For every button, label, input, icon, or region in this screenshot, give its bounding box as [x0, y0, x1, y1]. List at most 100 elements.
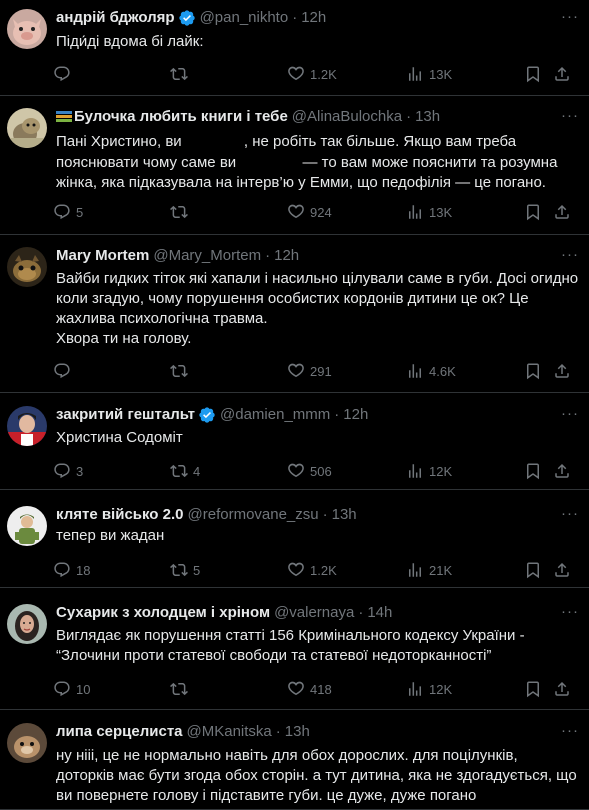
views-button[interactable]: 12K — [406, 461, 452, 481]
bookmark-button[interactable] — [524, 560, 542, 580]
retweet-button[interactable] — [170, 64, 193, 84]
reply-icon — [53, 65, 71, 83]
timestamp[interactable]: 13h — [332, 505, 357, 525]
bookmark-button[interactable] — [524, 64, 542, 84]
tweet-text: Христина Содоміт — [56, 428, 575, 448]
author-name[interactable]: Булочка любить книги і тебе — [74, 107, 288, 127]
separator-dot: · — [334, 406, 340, 423]
retweet-button[interactable] — [170, 679, 193, 699]
more-options-icon[interactable]: ··· — [561, 603, 579, 620]
views-button[interactable]: 4.6K — [406, 361, 456, 381]
tweet[interactable]: Mary Mortem @Mary_Mortem · 12h ··· Вайби гидк… — [0, 235, 589, 393]
bookmark-button[interactable] — [524, 679, 542, 699]
author-handle[interactable]: @reformovane_zsu — [188, 505, 319, 525]
like-button[interactable]: 1.2K — [287, 64, 337, 84]
like-button[interactable]: 924 — [287, 202, 332, 222]
author-handle[interactable]: @MKanitska — [187, 722, 272, 742]
more-options-icon[interactable]: ··· — [561, 505, 579, 522]
timestamp[interactable]: 12h — [301, 8, 326, 28]
share-button[interactable] — [553, 64, 571, 84]
tweet[interactable]: кляте військо 2.0 @reformovane_zsu · 13h ···… — [0, 490, 589, 588]
reply-button[interactable]: 10 — [53, 679, 90, 699]
like-button[interactable]: 1.2K — [287, 560, 337, 580]
bookmark-icon — [524, 561, 542, 579]
retweet-button[interactable]: 4 — [170, 461, 200, 481]
timestamp[interactable]: 13h — [285, 722, 310, 742]
retweet-count: 5 — [193, 562, 201, 578]
views-icon — [406, 462, 424, 480]
retweet-icon — [170, 561, 188, 579]
retweet-button[interactable] — [170, 361, 193, 381]
share-button[interactable] — [553, 461, 571, 481]
avatar-pet-icon[interactable] — [7, 723, 47, 763]
reply-button[interactable]: 5 — [53, 202, 83, 222]
more-options-icon[interactable]: ··· — [561, 246, 579, 263]
tweet[interactable]: Сухарик з холодцем і хріном @valernaya · 14… — [0, 588, 589, 710]
views-button[interactable]: 12K — [406, 679, 452, 699]
tweet-actions: 1.2K 13K — [0, 64, 589, 84]
books-emoji-icon — [56, 111, 72, 122]
avatar-soldier-icon[interactable] — [7, 506, 47, 546]
views-button[interactable]: 13K — [406, 202, 452, 222]
share-icon — [553, 462, 571, 480]
like-count: 291 — [310, 363, 332, 379]
reply-button[interactable] — [53, 361, 76, 381]
tweet[interactable]: андрій бджоляр @pan_nikhto · 12h ··· Піди́ді … — [0, 0, 589, 96]
author-handle[interactable]: @valernaya — [274, 603, 354, 623]
tweet-actions: 3 4 506 12K — [0, 461, 589, 481]
avatar-woman-icon[interactable] — [7, 604, 47, 644]
views-button[interactable]: 13K — [406, 64, 452, 84]
more-options-icon[interactable]: ··· — [561, 107, 579, 124]
tweet-text-line: Пані Христино, ви , не робіть так більше… — [56, 131, 517, 150]
timestamp[interactable]: 12h — [343, 405, 368, 425]
verified-badge-icon — [198, 406, 216, 424]
share-button[interactable] — [553, 560, 571, 580]
more-options-icon[interactable]: ··· — [561, 8, 579, 25]
author-handle[interactable]: @damien_mmm — [220, 405, 330, 425]
timestamp[interactable]: 14h — [367, 603, 392, 623]
like-icon — [287, 462, 305, 480]
reply-button[interactable] — [53, 64, 76, 84]
timestamp[interactable]: 13h — [415, 107, 440, 127]
more-options-icon[interactable]: ··· — [561, 405, 579, 422]
bookmark-button[interactable] — [524, 202, 542, 222]
avatar-creature-icon[interactable] — [7, 247, 47, 287]
tweet[interactable]: закритий гештальт @damien_mmm · 12h ··· Христ… — [0, 393, 589, 490]
author-handle[interactable]: @pan_nikhto — [200, 8, 289, 28]
author-handle[interactable]: @Mary_Mortem — [153, 246, 261, 266]
avatar-person-icon[interactable] — [7, 406, 47, 446]
author-name[interactable]: Сухарик з холодцем і хріном — [56, 603, 270, 623]
retweet-button[interactable] — [170, 202, 193, 222]
reply-count: 10 — [76, 681, 91, 697]
bookmark-button[interactable] — [524, 361, 542, 381]
share-button[interactable] — [553, 202, 571, 222]
author-name[interactable]: кляте військо 2.0 — [56, 505, 184, 525]
tweet-text-line: жінка, яка підказувала на інтерв’ю у Емм… — [56, 174, 546, 191]
author-handle[interactable]: @AlinaBulochka — [292, 107, 402, 127]
avatar-pig-icon[interactable] — [7, 9, 47, 49]
reply-icon — [53, 203, 71, 221]
tweet-text-line: Хвора ти на голову. — [56, 330, 192, 347]
like-button[interactable]: 506 — [287, 461, 332, 481]
reply-button[interactable]: 18 — [53, 560, 90, 580]
views-count: 21K — [429, 562, 453, 578]
retweet-button[interactable]: 5 — [170, 560, 200, 580]
share-button[interactable] — [553, 679, 571, 699]
author-name[interactable]: закритий гештальт — [56, 405, 195, 425]
views-button[interactable]: 21K — [406, 560, 452, 580]
avatar-cat-icon[interactable] — [7, 108, 47, 148]
reply-icon — [53, 680, 71, 698]
share-button[interactable] — [553, 361, 571, 381]
tweet[interactable]: Булочка любить книги і тебе @AlinaBulochk… — [0, 96, 589, 235]
author-name[interactable]: липа серцелиста — [56, 722, 183, 742]
author-name[interactable]: Mary Mortem — [56, 246, 149, 266]
tweet[interactable]: липа серцелиста @MKanitska · 13h ··· ну нііі,… — [0, 710, 589, 810]
author-name[interactable]: андрій бджоляр — [56, 8, 175, 28]
like-button[interactable]: 418 — [287, 679, 332, 699]
bookmark-button[interactable] — [524, 461, 542, 481]
reply-button[interactable]: 3 — [53, 461, 83, 481]
timestamp[interactable]: 12h — [274, 246, 299, 266]
more-options-icon[interactable]: ··· — [561, 722, 579, 739]
like-button[interactable]: 291 — [287, 361, 332, 381]
like-count: 924 — [310, 204, 332, 220]
